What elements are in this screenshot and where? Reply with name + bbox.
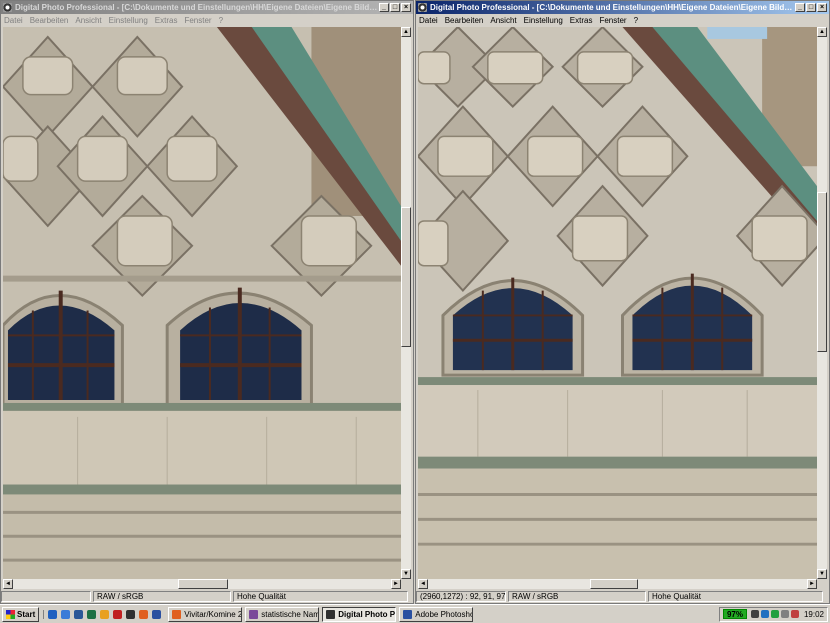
horizontal-scroll-thumb[interactable]	[178, 579, 228, 589]
windows-logo-icon	[6, 609, 15, 619]
task-label: Adobe Photoshop...	[415, 609, 472, 619]
right-horizontal-scrollbar[interactable]: ◄ ►	[418, 579, 817, 589]
desktop-icon[interactable]	[48, 609, 58, 619]
menu-einstellung[interactable]: Einstellung	[109, 16, 148, 25]
menu-datei[interactable]: Datei	[4, 16, 23, 25]
minimize-button[interactable]: _	[795, 3, 805, 12]
start-button[interactable]: Start	[2, 606, 40, 622]
maximize-button[interactable]: □	[390, 3, 400, 12]
left-window-title: Digital Photo Professional - [C:\Dokumen…	[15, 3, 378, 12]
left-menu-bar: Datei Bearbeiten Ansicht Einstellung Ext…	[1, 14, 413, 26]
document-icon	[249, 609, 259, 619]
task-label: Digital Photo Pr...	[338, 609, 396, 619]
menu-ansicht[interactable]: Ansicht	[490, 16, 516, 25]
minimize-button[interactable]: _	[379, 3, 389, 12]
menu-extras[interactable]: Extras	[570, 16, 593, 25]
photoshop-icon[interactable]	[152, 609, 162, 619]
security-icon[interactable]	[770, 610, 779, 618]
antivirus-icon[interactable]	[790, 610, 799, 618]
browser-icon	[172, 609, 182, 619]
right-facade-photo	[418, 27, 817, 579]
right-title-bar[interactable]: Digital Photo Professional - [C:\Dokumen…	[416, 1, 829, 14]
right-status-bar: (2960,1272) : 92, 91, 97 RAW / sRGB Hohe…	[416, 590, 829, 603]
system-tray: 97% 19:02	[718, 606, 828, 622]
scroll-left-arrow-icon[interactable]: ◄	[418, 579, 428, 589]
scroll-down-arrow-icon[interactable]: ▼	[817, 569, 827, 579]
maximize-button[interactable]: □	[806, 3, 816, 12]
scroll-down-arrow-icon[interactable]: ▼	[401, 569, 411, 579]
taskbar-clock: 19:02	[803, 609, 824, 619]
menu-ansicht[interactable]: Ansicht	[75, 16, 101, 25]
menu-bearbeiten[interactable]: Bearbeiten	[30, 16, 69, 25]
close-button[interactable]: ×	[401, 3, 411, 12]
left-image-canvas[interactable]	[3, 27, 401, 579]
color-space-readout: RAW / sRGB	[508, 591, 646, 602]
left-vertical-scrollbar[interactable]: ▲ ▼	[401, 27, 411, 579]
left-status-bar: RAW / sRGB Hohe Qualität	[1, 590, 413, 603]
right-image-canvas[interactable]	[418, 27, 817, 579]
menu-fenster[interactable]: Fenster	[184, 16, 211, 25]
close-button[interactable]: ×	[817, 3, 827, 12]
task-digital-photo[interactable]: Digital Photo Pr...	[322, 606, 397, 622]
task-photoshop[interactable]: Adobe Photoshop...	[399, 606, 474, 622]
menu-fenster[interactable]: Fenster	[599, 16, 626, 25]
left-facade-photo	[3, 27, 401, 579]
dpp-app-icon	[418, 3, 427, 12]
vertical-scroll-thumb[interactable]	[817, 192, 827, 352]
color-space-readout: RAW / sRGB	[93, 591, 231, 602]
folder-icon[interactable]	[100, 609, 110, 619]
right-vertical-scrollbar[interactable]: ▲ ▼	[817, 27, 827, 579]
photoshop-icon	[403, 609, 413, 619]
menu-extras[interactable]: Extras	[155, 16, 178, 25]
horizontal-scroll-thumb[interactable]	[590, 579, 638, 589]
menu-help[interactable]: ?	[219, 16, 223, 25]
scroll-left-arrow-icon[interactable]: ◄	[3, 579, 13, 589]
scroll-up-arrow-icon[interactable]: ▲	[817, 27, 827, 37]
acrobat-icon[interactable]	[113, 609, 123, 619]
quick-launch-bar	[43, 609, 165, 619]
scroll-up-arrow-icon[interactable]: ▲	[401, 27, 411, 37]
left-horizontal-scrollbar[interactable]: ◄ ►	[3, 579, 401, 589]
camera-icon	[326, 609, 336, 619]
scroll-right-arrow-icon[interactable]: ►	[807, 579, 817, 589]
task-label: Vivitar/Komine 2....	[184, 609, 243, 619]
ie-icon[interactable]	[61, 609, 71, 619]
word-icon[interactable]	[74, 609, 84, 619]
task-vivitar[interactable]: Vivitar/Komine 2....	[168, 606, 243, 622]
menu-bearbeiten[interactable]: Bearbeiten	[445, 16, 484, 25]
task-statistische[interactable]: statistische Name...	[245, 606, 320, 622]
left-title-bar[interactable]: Digital Photo Professional - [C:\Dokumen…	[1, 1, 413, 14]
scroll-right-arrow-icon[interactable]: ►	[391, 579, 401, 589]
usb-icon[interactable]	[780, 610, 789, 618]
firefox-icon[interactable]	[139, 609, 149, 619]
menu-help[interactable]: ?	[634, 16, 638, 25]
right-menu-bar: Datei Bearbeiten Ansicht Einstellung Ext…	[416, 14, 829, 26]
task-label: statistische Name...	[261, 609, 320, 619]
windows-taskbar: Start Vivitar/Komine 2.... statistische …	[0, 604, 830, 623]
right-window-title: Digital Photo Professional - [C:\Dokumen…	[430, 3, 794, 12]
quality-readout: Hohe Qualität	[648, 591, 823, 602]
right-dpp-window: Digital Photo Professional - [C:\Dokumen…	[415, 0, 830, 604]
excel-icon[interactable]	[87, 609, 97, 619]
vertical-scroll-thumb[interactable]	[401, 207, 411, 347]
menu-einstellung[interactable]: Einstellung	[524, 16, 563, 25]
pixel-coords-readout: (2960,1272) : 92, 91, 97	[416, 591, 506, 602]
start-label: Start	[17, 609, 36, 619]
dpp-app-icon	[3, 3, 12, 12]
battery-indicator[interactable]: 97%	[722, 609, 747, 619]
network-icon[interactable]	[760, 610, 769, 618]
menu-datei[interactable]: Datei	[419, 16, 438, 25]
left-dpp-window: Digital Photo Professional - [C:\Dokumen…	[0, 0, 414, 604]
camera-icon[interactable]	[126, 609, 136, 619]
speaker-icon[interactable]	[750, 610, 759, 618]
pixel-coords-readout	[1, 591, 91, 602]
quality-readout: Hohe Qualität	[233, 591, 408, 602]
